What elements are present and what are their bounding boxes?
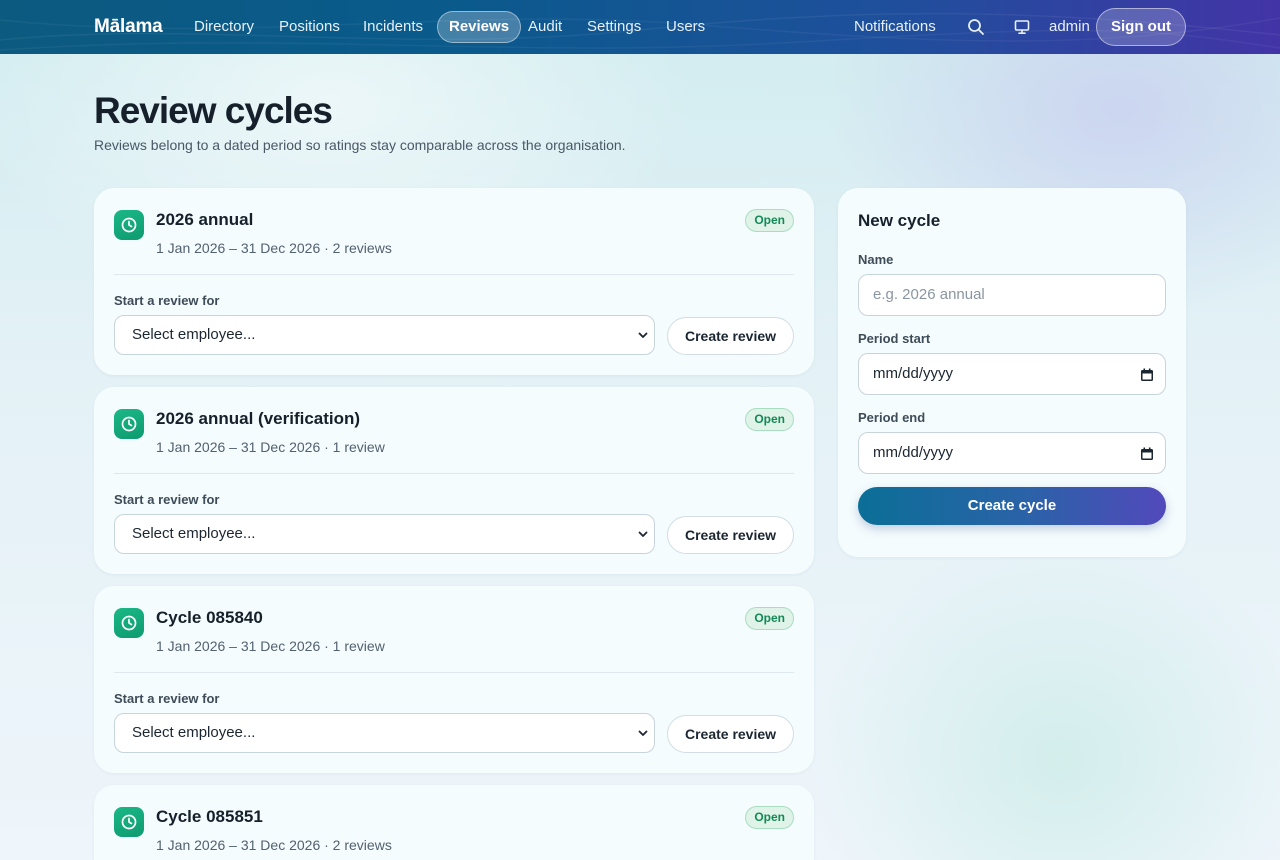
divider <box>114 274 794 275</box>
new-cycle-panel: New cycle Name e.g. 2026 annual Period s… <box>838 188 1186 557</box>
start-review-label: Start a review for <box>114 691 220 706</box>
start-review-label: Start a review for <box>114 293 220 308</box>
status-badge: Open <box>745 806 794 829</box>
employee-select-value: Select employee... <box>132 326 256 343</box>
period-end-label: Period end <box>858 410 926 425</box>
divider <box>114 672 794 673</box>
period-start-input[interactable]: mm/dd/yyyy <box>858 353 1166 395</box>
sign-out-button[interactable]: Sign out <box>1096 8 1186 46</box>
status-badge: Open <box>745 209 794 232</box>
current-user-label: admin <box>1049 18 1090 35</box>
clock-icon <box>114 807 144 837</box>
employee-select[interactable]: Select employee... <box>114 315 655 355</box>
calendar-icon[interactable] <box>1139 446 1155 462</box>
monitor-icon[interactable] <box>1012 17 1032 37</box>
cycle-meta: 1 Jan 2026 – 31 Dec 2026 · 1 review <box>156 439 385 455</box>
nav-item-positions[interactable]: Positions <box>268 11 351 43</box>
nav-item-reviews[interactable]: Reviews <box>437 11 522 43</box>
create-cycle-button[interactable]: Create cycle <box>858 487 1166 525</box>
create-review-button[interactable]: Create review <box>667 516 794 554</box>
nav-item-directory[interactable]: Directory <box>183 11 265 43</box>
search-icon[interactable] <box>966 17 986 37</box>
period-end-value: mm/dd/yyyy <box>873 444 954 461</box>
create-review-button[interactable]: Create review <box>667 317 794 355</box>
nav-item-audit[interactable]: Audit <box>517 11 573 43</box>
clock-icon <box>114 210 144 240</box>
cycle-name-input[interactable]: e.g. 2026 annual <box>858 274 1166 316</box>
app-brand[interactable]: Mālama <box>94 16 163 38</box>
cycle-meta: 1 Jan 2026 – 31 Dec 2026 · 2 reviews <box>156 837 392 853</box>
employee-select[interactable]: Select employee... <box>114 514 655 554</box>
panel-title: New cycle <box>858 211 941 230</box>
nav-item-incidents[interactable]: Incidents <box>352 11 434 43</box>
employee-select-value: Select employee... <box>132 724 256 741</box>
cycle-card: 2026 annual 1 Jan 2026 – 31 Dec 2026 · 2… <box>94 188 814 375</box>
period-start-label: Period start <box>858 331 931 346</box>
employee-select-value: Select employee... <box>132 525 256 542</box>
chevron-down-icon <box>638 332 648 338</box>
cycle-meta: 1 Jan 2026 – 31 Dec 2026 · 2 reviews <box>156 240 392 256</box>
page-title: Review cycles <box>94 90 333 131</box>
create-review-button[interactable]: Create review <box>667 715 794 753</box>
nav-item-users[interactable]: Users <box>655 11 716 43</box>
cycle-name: Cycle 085840 <box>156 608 263 627</box>
cycle-name: 2026 annual (verification) <box>156 409 361 428</box>
page-subtitle: Reviews belong to a dated period so rati… <box>94 137 626 153</box>
notifications-link[interactable]: Notifications <box>854 11 936 43</box>
divider <box>114 473 794 474</box>
employee-select[interactable]: Select employee... <box>114 713 655 753</box>
period-end-input[interactable]: mm/dd/yyyy <box>858 432 1166 474</box>
start-review-label: Start a review for <box>114 492 220 507</box>
nav-item-settings[interactable]: Settings <box>576 11 652 43</box>
name-label: Name <box>858 252 894 267</box>
status-badge: Open <box>745 607 794 630</box>
status-badge: Open <box>745 408 794 431</box>
cycle-card: Cycle 085851 1 Jan 2026 – 31 Dec 2026 · … <box>94 785 814 860</box>
cycle-card: 2026 annual (verification) 1 Jan 2026 – … <box>94 387 814 574</box>
chevron-down-icon <box>638 730 648 736</box>
cycle-name: 2026 annual <box>156 210 254 229</box>
cycle-card: Cycle 085840 1 Jan 2026 – 31 Dec 2026 · … <box>94 586 814 773</box>
chevron-down-icon <box>638 531 648 537</box>
cycle-meta: 1 Jan 2026 – 31 Dec 2026 · 1 review <box>156 638 385 654</box>
period-start-value: mm/dd/yyyy <box>873 365 954 382</box>
cycle-name: Cycle 085851 <box>156 807 263 826</box>
calendar-icon[interactable] <box>1139 367 1155 383</box>
clock-icon <box>114 608 144 638</box>
clock-icon <box>114 409 144 439</box>
top-navigation-bar: Mālama Directory Positions Incidents Rev… <box>0 0 1280 54</box>
